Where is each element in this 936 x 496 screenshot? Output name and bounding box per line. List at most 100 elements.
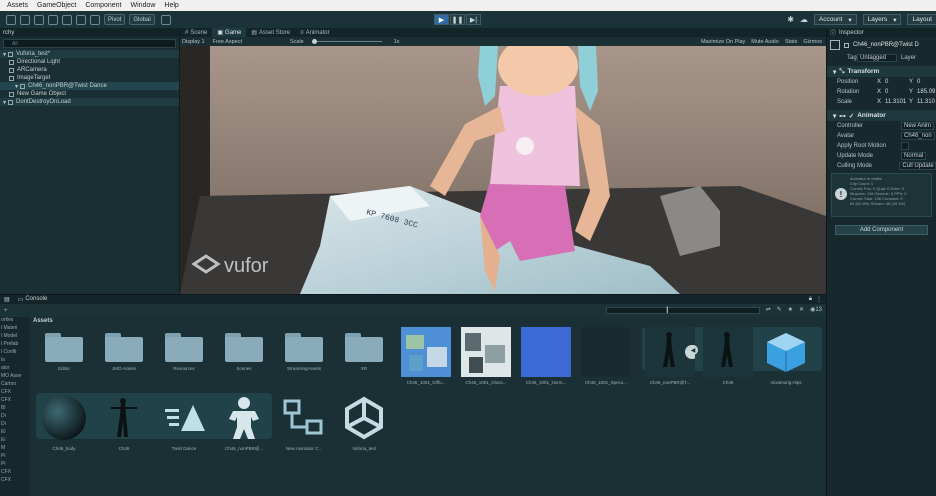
project-search-input[interactable] — [606, 307, 760, 314]
cloud-icon[interactable]: ☁ — [800, 15, 808, 24]
maximize-on-play-toggle[interactable]: Maximize On Play — [701, 39, 745, 45]
animator-enabled-checkbox[interactable]: ✓ — [849, 112, 854, 120]
asset-item[interactable]: Editor — [36, 327, 92, 371]
asset-item[interactable]: StreamingAssets — [276, 327, 332, 371]
asset-item[interactable]: Twist Dance — [156, 393, 212, 451]
inspector-tab[interactable]: ⓘ Inspector — [827, 28, 936, 37]
tab-scene[interactable]: # Scene — [180, 28, 212, 37]
hierarchy-item[interactable]: New Game Object — [0, 90, 179, 98]
folder-tree-item[interactable]: orites — [0, 317, 30, 325]
create-dropdown[interactable]: + — [4, 308, 8, 314]
asset-item[interactable]: Scenes — [216, 327, 272, 371]
pause-button[interactable]: ❚❚ — [450, 14, 465, 25]
step-button[interactable]: ▶| — [466, 14, 481, 25]
play-button[interactable]: ▶ — [434, 14, 449, 25]
filter-type-icon[interactable]: ⇌ — [766, 306, 771, 313]
filter-label-icon[interactable]: ✎ — [777, 306, 782, 313]
x-value-field[interactable]: 0 — [885, 89, 905, 95]
account-dropdown[interactable]: Account ▾ — [813, 14, 857, 25]
hand-tool-icon[interactable] — [6, 14, 16, 25]
tab-animator[interactable]: ≡ Animator — [295, 28, 335, 37]
hierarchy-item[interactable]: ▾ Ch46_nonPBR@Twist Dance — [0, 82, 179, 90]
animator-row-field[interactable]: New Anim — [901, 122, 935, 130]
folder-tree-item[interactable]: l Confli — [0, 349, 30, 357]
scale-tool-icon[interactable] — [48, 14, 58, 25]
folder-tree-item[interactable]: CFX — [0, 397, 30, 405]
folder-tree-item[interactable]: CFX — [0, 469, 30, 477]
scale-slider-thumb[interactable] — [311, 39, 317, 44]
folder-tree-item[interactable]: Ei — [0, 437, 30, 445]
folder-tree-item[interactable]: ts — [0, 357, 30, 365]
x-value-field[interactable]: 0 — [885, 79, 905, 85]
favorite-icon[interactable]: ★ — [788, 306, 793, 313]
rect-tool-icon[interactable] — [62, 14, 72, 25]
global-toggle[interactable]: Global — [129, 14, 155, 25]
menu-help[interactable]: Help — [164, 2, 178, 9]
game-viewport[interactable]: KP 7608 3CC vufor — [180, 46, 826, 294]
y-value-field[interactable]: 0 — [917, 79, 920, 85]
tab-asset-store[interactable]: ▤ Asset Store — [246, 28, 295, 37]
hidden-packages-icon[interactable]: ✕ — [799, 306, 804, 313]
foldout-arrow-icon[interactable]: ▾ — [3, 99, 6, 106]
mute-audio-toggle[interactable]: Mute Audio — [751, 39, 779, 45]
asset-item[interactable]: JMO Assets — [96, 327, 152, 371]
expand-arrow-icon[interactable]: ◀ — [688, 345, 698, 355]
folder-tree-item[interactable]: l Model — [0, 333, 30, 341]
layout-dropdown[interactable]: Layout — [907, 14, 936, 25]
foldout-arrow-icon[interactable]: ▾ — [15, 83, 18, 90]
asset-item[interactable]: Ch46_body — [36, 393, 92, 451]
folder-tree-item[interactable]: Cartoo — [0, 381, 30, 389]
asset-item[interactable]: Ch46 — [700, 327, 756, 385]
y-value-field[interactable]: 11.310 — [917, 99, 935, 105]
asset-item[interactable]: Ch46 — [96, 393, 152, 451]
gizmos-dropdown[interactable]: Gizmos — [803, 39, 822, 45]
animator-row-field[interactable]: Cull Update — [899, 162, 936, 170]
animator-row-field[interactable] — [901, 142, 909, 150]
folder-tree-item[interactable]: MO Asse — [0, 373, 30, 381]
hierarchy-item[interactable]: ▾ DontDestroyOnLoad — [0, 98, 179, 106]
hierarchy-item[interactable]: Directional Light — [0, 58, 179, 66]
asset-item[interactable]: Ch46_1001_Norm... — [518, 327, 574, 385]
lock-icon[interactable]: 🔒︎ — [809, 296, 812, 303]
menu-component[interactable]: Component — [85, 2, 121, 9]
transform-header[interactable]: ▾ ⤡ Transform — [827, 66, 936, 77]
folder-tree-item[interactable]: CFX — [0, 477, 30, 485]
scale-slider[interactable] — [311, 39, 382, 44]
tag-dropdown[interactable]: Untagged — [857, 54, 897, 62]
asset-item[interactable]: XR — [336, 327, 392, 371]
menu-gameobject[interactable]: GameObject — [37, 2, 76, 9]
folder-tree-item[interactable]: l Prefab — [0, 341, 30, 349]
rotate-tool-icon[interactable] — [34, 14, 44, 25]
folder-tree-item[interactable]: ator — [0, 365, 30, 373]
animator-header[interactable]: ▾ ⊶ ✓ Animator — [827, 110, 936, 121]
collab-icon[interactable]: ✱ — [787, 15, 794, 24]
asset-item[interactable]: mixamorig:Hips — [758, 327, 814, 385]
hierarchy-tab[interactable]: rchy — [0, 28, 179, 37]
object-name-field[interactable]: Ch46_nonPBR@Twist D — [853, 42, 919, 48]
asset-item[interactable]: New Animator C... — [276, 393, 332, 451]
menu-assets[interactable]: Assets — [7, 2, 28, 9]
display-dropdown[interactable]: Display 1 — [182, 39, 205, 45]
custom-tool-icon[interactable] — [90, 14, 100, 25]
layers-dropdown[interactable]: Layers ▾ — [862, 14, 902, 25]
add-component-button[interactable]: Add Component — [835, 225, 928, 235]
hierarchy-item[interactable]: ImageTarget — [0, 74, 179, 82]
foldout-arrow-icon[interactable]: ▾ — [3, 51, 6, 58]
folder-tree-item[interactable]: Pi — [0, 453, 30, 461]
folder-tree-item[interactable]: Di — [0, 421, 30, 429]
stats-toggle[interactable]: Stats — [785, 39, 798, 45]
hierarchy-search-input[interactable]: All — [3, 39, 176, 48]
folder-tree-item[interactable]: El — [0, 429, 30, 437]
transform-tool-icon[interactable] — [76, 14, 86, 25]
folder-tree-item[interactable]: Bl — [0, 405, 30, 413]
menu-window[interactable]: Window — [131, 2, 156, 9]
asset-item[interactable]: Ch46_nonPBR@... — [216, 393, 272, 451]
move-tool-icon[interactable] — [20, 14, 30, 25]
asset-item[interactable]: Ch46_1001_Specu... — [578, 327, 634, 385]
project-tab-icon[interactable]: ▤ — [4, 296, 10, 303]
tab-console[interactable]: ▭ Console — [18, 296, 48, 303]
menu-icon[interactable]: ⋮ — [816, 296, 822, 303]
folder-tree-item[interactable]: M — [0, 445, 30, 453]
asset-item[interactable]: Vuforia_test — [336, 393, 392, 451]
pivot-toggle[interactable]: Pivot — [104, 14, 126, 25]
